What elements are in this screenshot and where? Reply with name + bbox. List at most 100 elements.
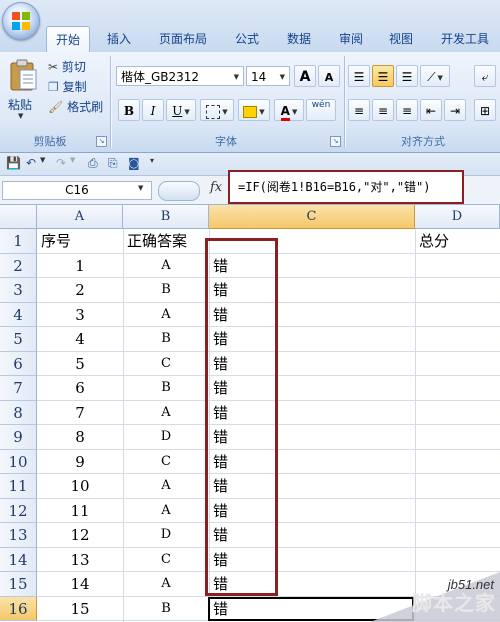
- cell-correct-answer[interactable]: B: [123, 327, 209, 351]
- row-header[interactable]: 12: [0, 498, 37, 523]
- cell-seq[interactable]: 14: [37, 572, 123, 596]
- cell-seq[interactable]: 5: [37, 352, 123, 376]
- cell-correct-answer[interactable]: B: [123, 278, 209, 302]
- align-top-button[interactable]: ☰: [348, 65, 370, 87]
- tab-insert[interactable]: 插入: [98, 28, 140, 50]
- cell-correct-answer[interactable]: A: [123, 303, 209, 327]
- chevron-down-icon[interactable]: ▼: [70, 156, 75, 164]
- tab-data[interactable]: 数据: [278, 28, 320, 50]
- cell-seq[interactable]: 9: [37, 450, 123, 474]
- print-preview-icon[interactable]: ⎙: [88, 156, 98, 171]
- redo-icon[interactable]: ↷: [56, 156, 66, 170]
- cell-seq[interactable]: 10: [37, 474, 123, 498]
- paste-button[interactable]: 粘贴 ▼: [6, 58, 40, 128]
- font-family-select[interactable]: 楷体_GB2312 ▼: [116, 66, 244, 86]
- column-header-d[interactable]: D: [415, 205, 500, 229]
- row-header[interactable]: 8: [0, 400, 37, 425]
- save-icon[interactable]: 💾: [6, 156, 21, 170]
- shrink-font-button[interactable]: A: [318, 65, 340, 87]
- fill-color-button[interactable]: ▼: [238, 99, 270, 121]
- italic-button[interactable]: I: [142, 99, 164, 121]
- customize-qat-icon[interactable]: ▾: [150, 156, 154, 165]
- office-button[interactable]: [2, 2, 40, 40]
- align-right-button[interactable]: ≡: [396, 99, 418, 121]
- header-cell-total[interactable]: 总分: [419, 229, 449, 253]
- cell-seq[interactable]: 12: [37, 523, 123, 547]
- header-cell-answer[interactable]: 正确答案: [127, 229, 187, 253]
- cell-seq[interactable]: 15: [37, 597, 123, 621]
- cell-seq[interactable]: 6: [37, 376, 123, 400]
- row-header[interactable]: 6: [0, 351, 37, 376]
- row-header[interactable]: 14: [0, 547, 37, 572]
- row-header[interactable]: 13: [0, 523, 37, 548]
- formula-bar-divider-handle[interactable]: [158, 181, 200, 201]
- row-header[interactable]: 11: [0, 474, 37, 499]
- tab-formulas[interactable]: 公式: [226, 28, 268, 50]
- formula-input[interactable]: =IF(阅卷1!B16=B16,"对","错"): [228, 170, 464, 204]
- font-color-button[interactable]: A ▼: [274, 99, 304, 121]
- tab-home[interactable]: 开始: [46, 26, 90, 53]
- row-header[interactable]: 15: [0, 572, 37, 597]
- row-header[interactable]: 16: [0, 596, 37, 621]
- row-header[interactable]: 10: [0, 449, 37, 474]
- font-launcher-icon[interactable]: ↘: [330, 136, 341, 147]
- grow-font-button[interactable]: A: [294, 65, 316, 87]
- tab-review[interactable]: 审阅: [330, 28, 372, 50]
- cell-correct-answer[interactable]: C: [123, 352, 209, 376]
- orientation-button[interactable]: ⟋ ▼: [420, 65, 450, 87]
- cell-seq[interactable]: 1: [37, 254, 123, 278]
- cell-correct-answer[interactable]: A: [123, 254, 209, 278]
- chevron-down-icon[interactable]: ▼: [138, 184, 143, 192]
- cell-correct-answer[interactable]: D: [123, 425, 209, 449]
- row-header[interactable]: 5: [0, 327, 37, 352]
- column-header-c[interactable]: C: [209, 205, 415, 229]
- cell-correct-answer[interactable]: C: [123, 548, 209, 572]
- cell-correct-answer[interactable]: A: [123, 401, 209, 425]
- cell-seq[interactable]: 7: [37, 401, 123, 425]
- cell-correct-answer[interactable]: C: [123, 450, 209, 474]
- wrap-text-button[interactable]: ⤶: [474, 65, 496, 87]
- row-header[interactable]: 2: [0, 253, 37, 278]
- row-header[interactable]: 4: [0, 302, 37, 327]
- align-center-button[interactable]: ≡: [372, 99, 394, 121]
- underline-button[interactable]: U ▼: [166, 99, 196, 121]
- row-header[interactable]: 9: [0, 425, 37, 450]
- clipboard-launcher-icon[interactable]: ↘: [96, 136, 107, 147]
- cell-correct-answer[interactable]: A: [123, 572, 209, 596]
- quick-print-icon[interactable]: ⎘: [108, 156, 118, 171]
- phonetic-button[interactable]: wén: [306, 99, 336, 121]
- increase-indent-button[interactable]: ⇥: [444, 99, 466, 121]
- camera-icon[interactable]: ◙: [128, 156, 140, 170]
- insert-function-icon[interactable]: fx: [210, 180, 222, 195]
- row-header[interactable]: 7: [0, 376, 37, 401]
- undo-icon[interactable]: ↶: [26, 156, 36, 170]
- align-left-button[interactable]: ≡: [348, 99, 370, 121]
- bold-button[interactable]: B: [118, 99, 140, 121]
- align-middle-button[interactable]: ☰: [372, 65, 394, 87]
- copy-button[interactable]: ❐ 复制: [48, 78, 87, 96]
- select-all-corner[interactable]: [0, 205, 37, 229]
- chevron-down-icon[interactable]: ▼: [40, 156, 45, 164]
- cut-button[interactable]: ✂ 剪切: [48, 58, 86, 76]
- cell-seq[interactable]: 11: [37, 499, 123, 523]
- tab-page-layout[interactable]: 页面布局: [150, 28, 216, 50]
- cell-seq[interactable]: 13: [37, 548, 123, 572]
- row-header[interactable]: 3: [0, 278, 37, 303]
- row-header[interactable]: 1: [0, 229, 37, 254]
- cell-seq[interactable]: 4: [37, 327, 123, 351]
- font-size-select[interactable]: 14 ▼: [246, 66, 290, 86]
- cell-correct-answer[interactable]: A: [123, 474, 209, 498]
- column-header-b[interactable]: B: [123, 205, 209, 229]
- cell-seq[interactable]: 8: [37, 425, 123, 449]
- name-box[interactable]: C16: [2, 181, 152, 200]
- cell-seq[interactable]: 3: [37, 303, 123, 327]
- cell-correct-answer[interactable]: B: [123, 376, 209, 400]
- borders-button[interactable]: ▼: [200, 99, 234, 121]
- merge-cells-button[interactable]: ⊞: [474, 99, 496, 121]
- decrease-indent-button[interactable]: ⇤: [420, 99, 442, 121]
- tab-developer[interactable]: 开发工具: [432, 28, 498, 50]
- column-header-a[interactable]: A: [37, 205, 123, 229]
- tab-view[interactable]: 视图: [380, 28, 422, 50]
- header-cell-seq[interactable]: 序号: [41, 229, 71, 253]
- format-painter-button[interactable]: 🖌 格式刷: [48, 98, 103, 116]
